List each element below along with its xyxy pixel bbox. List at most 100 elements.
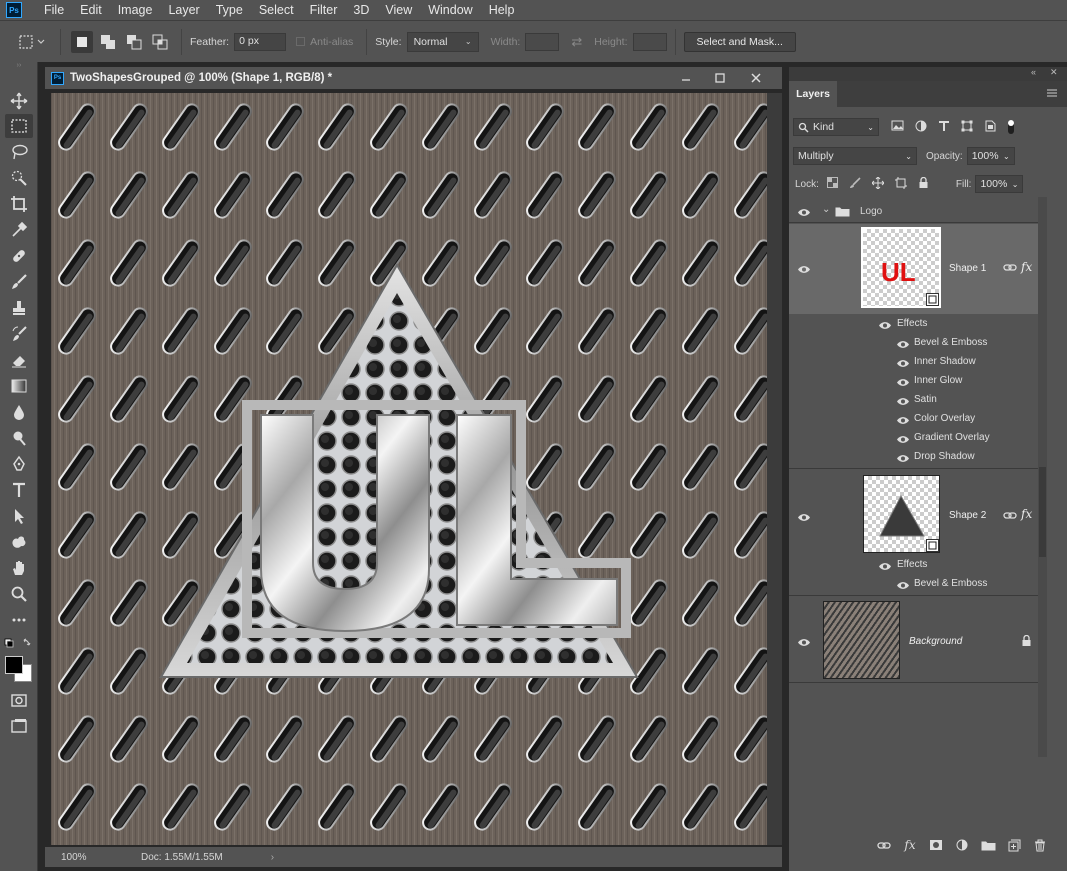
eraser-tool-icon[interactable] — [5, 348, 33, 372]
visibility-eye-icon[interactable] — [895, 452, 911, 464]
clone-stamp-tool-icon[interactable] — [5, 296, 33, 320]
delete-layer-icon[interactable] — [1027, 836, 1053, 854]
layer-name[interactable]: Shape 1 — [949, 263, 986, 274]
zoom-tool-icon[interactable] — [5, 582, 33, 606]
width-input[interactable] — [525, 32, 560, 51]
link-layers-icon[interactable] — [871, 836, 897, 854]
menu-view[interactable]: View — [377, 0, 420, 20]
vertical-scrollbar[interactable] — [767, 93, 782, 845]
blend-mode-dropdown[interactable]: Multiply ⌄ — [793, 147, 917, 165]
visibility-eye-icon[interactable] — [895, 395, 911, 407]
menu-file[interactable]: File — [36, 0, 72, 20]
layers-scrollbar[interactable] — [1038, 197, 1047, 757]
blur-tool-icon[interactable] — [5, 400, 33, 424]
effects-header[interactable]: Effects — [789, 556, 1047, 575]
effect-item[interactable]: Gradient Overlay — [789, 429, 1047, 448]
visibility-eye-icon[interactable] — [895, 376, 911, 388]
effect-item[interactable]: Color Overlay — [789, 410, 1047, 429]
type-tool-icon[interactable] — [5, 478, 33, 502]
more-tools-icon[interactable] — [5, 608, 33, 632]
effect-item[interactable]: Drop Shadow — [789, 448, 1047, 469]
visibility-eye-icon[interactable] — [895, 433, 911, 445]
quick-select-tool-icon[interactable] — [5, 166, 33, 190]
filter-shape-icon[interactable] — [961, 120, 973, 135]
menu-help[interactable]: Help — [481, 0, 523, 20]
path-selection-tool-icon[interactable] — [5, 504, 33, 528]
menu-3d[interactable]: 3D — [345, 0, 377, 20]
lock-image-pixels-icon[interactable] — [849, 176, 861, 192]
visibility-eye-icon[interactable] — [895, 414, 911, 426]
antialias-checkbox[interactable] — [296, 37, 306, 46]
layer-background[interactable]: Background — [789, 597, 1047, 683]
toolbox-grip[interactable]: ›› — [3, 62, 35, 70]
close-panel-icon[interactable]: ✕ — [1050, 67, 1058, 78]
foreground-color-swatch[interactable] — [5, 656, 23, 674]
style-dropdown[interactable]: Normal ⌄ — [406, 31, 479, 52]
menu-edit[interactable]: Edit — [72, 0, 110, 20]
lock-position-icon[interactable] — [871, 176, 885, 192]
lock-all-icon[interactable] — [918, 176, 929, 192]
menu-image[interactable]: Image — [110, 0, 161, 20]
history-brush-tool-icon[interactable] — [5, 322, 33, 346]
filter-smart-object-icon[interactable] — [984, 120, 996, 135]
lasso-tool-icon[interactable] — [5, 140, 33, 164]
healing-brush-tool-icon[interactable] — [5, 244, 33, 268]
gradient-tool-icon[interactable] — [5, 374, 33, 398]
layer-thumbnail[interactable]: UL — [861, 227, 941, 308]
pen-tool-icon[interactable] — [5, 452, 33, 476]
document-titlebar[interactable]: Ps TwoShapesGrouped @ 100% (Shape 1, RGB… — [45, 67, 782, 89]
menu-filter[interactable]: Filter — [302, 0, 346, 20]
layer-group-logo[interactable]: ⌄ Logo — [789, 201, 1047, 223]
eyedropper-tool-icon[interactable] — [5, 218, 33, 242]
status-menu-arrow-icon[interactable]: › — [271, 852, 274, 863]
minimize-icon[interactable] — [677, 70, 695, 86]
maximize-icon[interactable] — [711, 70, 729, 86]
add-layer-style-icon[interactable]: fx — [897, 836, 923, 854]
layer-thumbnail[interactable] — [863, 475, 940, 553]
lock-transparent-pixels-icon[interactable] — [826, 177, 838, 191]
new-group-icon[interactable] — [975, 836, 1001, 854]
swap-dimensions-icon[interactable]: ⇄ — [571, 34, 582, 50]
tool-preset-picker[interactable] — [14, 28, 52, 56]
visibility-eye-icon[interactable] — [796, 636, 812, 648]
intersect-selection-button[interactable] — [149, 31, 171, 53]
dodge-tool-icon[interactable] — [5, 426, 33, 450]
menu-layer[interactable]: Layer — [160, 0, 207, 20]
visibility-eye-icon[interactable] — [796, 206, 812, 218]
quick-mask-icon[interactable] — [5, 688, 33, 712]
visibility-eye-icon[interactable] — [895, 579, 911, 591]
crop-tool-icon[interactable] — [5, 192, 33, 216]
layer-shape-1[interactable]: UL Shape 1 fx ⌃ — [789, 224, 1047, 314]
filter-toggle-switch[interactable] — [1008, 120, 1014, 134]
visibility-eye-icon[interactable] — [877, 560, 893, 572]
new-layer-icon[interactable] — [1001, 836, 1027, 854]
filter-pixel-icon[interactable] — [891, 120, 904, 134]
menu-select[interactable]: Select — [251, 0, 302, 20]
effect-item[interactable]: Inner Glow — [789, 372, 1047, 391]
opacity-input[interactable]: 100% ⌄ — [966, 147, 1015, 165]
custom-shape-tool-icon[interactable] — [5, 530, 33, 554]
new-selection-button[interactable] — [71, 30, 93, 53]
effect-item[interactable]: Bevel & Emboss — [789, 575, 1047, 596]
move-tool-icon[interactable] — [5, 89, 33, 113]
layer-shape-2[interactable]: Shape 2 fx ⌃ — [789, 470, 1047, 555]
add-mask-icon[interactable] — [923, 836, 949, 854]
filter-type-icon[interactable] — [938, 120, 950, 135]
marquee-tool-icon[interactable] — [5, 114, 33, 138]
collapse-panels-icon[interactable]: « — [1031, 67, 1036, 77]
adjustment-layer-icon[interactable] — [949, 836, 975, 854]
visibility-eye-icon[interactable] — [796, 511, 812, 523]
kind-filter-dropdown[interactable]: Kind ⌄ — [793, 118, 879, 136]
canvas[interactable] — [51, 93, 767, 845]
photoshop-logo-icon[interactable]: Ps — [6, 2, 22, 18]
visibility-eye-icon[interactable] — [895, 338, 911, 350]
hand-tool-icon[interactable] — [5, 556, 33, 580]
menu-type[interactable]: Type — [208, 0, 251, 20]
filter-adjustment-icon[interactable] — [915, 120, 927, 135]
brush-tool-icon[interactable] — [5, 270, 33, 294]
color-swatches[interactable] — [4, 654, 34, 688]
visibility-eye-icon[interactable] — [895, 357, 911, 369]
effect-item[interactable]: Inner Shadow — [789, 353, 1047, 372]
visibility-eye-icon[interactable] — [877, 319, 893, 331]
select-and-mask-button[interactable]: Select and Mask... — [683, 31, 796, 52]
